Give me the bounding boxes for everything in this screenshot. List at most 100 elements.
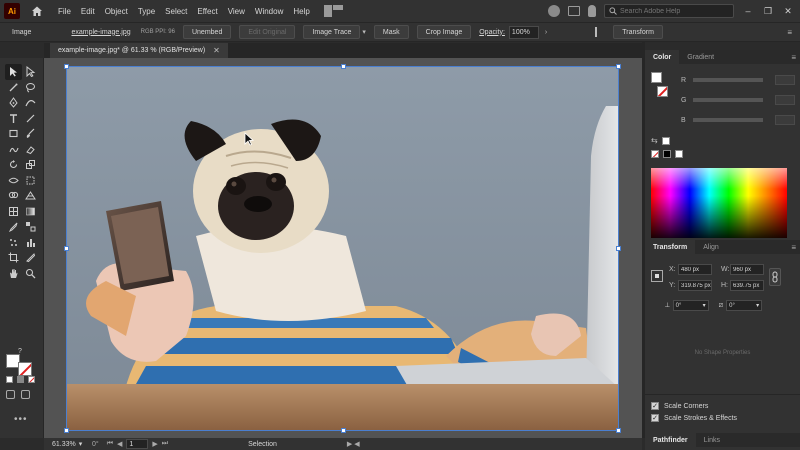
- close-window-button[interactable]: ✕: [782, 6, 794, 17]
- scale-strokes-option[interactable]: ✓ Scale Strokes & Effects: [651, 414, 737, 422]
- menu-window[interactable]: Window: [255, 7, 283, 16]
- artboard-tool-icon[interactable]: [5, 250, 22, 266]
- reference-point-icon[interactable]: [651, 270, 663, 282]
- tab-pathfinder[interactable]: Pathfinder: [645, 433, 696, 447]
- unembed-button[interactable]: Unembed: [182, 25, 232, 39]
- rotate-select[interactable]: 0° ▾: [672, 300, 709, 311]
- opacity-input[interactable]: [508, 25, 539, 39]
- edit-original-button[interactable]: Edit Original: [239, 25, 296, 39]
- menu-file[interactable]: File: [58, 7, 71, 16]
- line-segment-tool-icon[interactable]: [22, 111, 39, 127]
- menu-type[interactable]: Type: [138, 7, 155, 16]
- paintbrush-tool-icon[interactable]: [22, 126, 39, 142]
- gradient-mode-icon[interactable]: [17, 376, 24, 383]
- none-swatch[interactable]: [651, 150, 659, 158]
- zoom-select[interactable]: 61.33% ▾: [52, 439, 88, 449]
- shape-builder-tool-icon[interactable]: [5, 188, 22, 204]
- document-tab[interactable]: example-image.jpg* @ 61.33 % (RGB/Previe…: [50, 43, 228, 58]
- rotate-tool-icon[interactable]: [5, 157, 22, 173]
- help-search[interactable]: [604, 4, 734, 18]
- menu-select[interactable]: Select: [165, 7, 187, 16]
- first-artboard-icon[interactable]: ⏮: [107, 440, 113, 448]
- home-icon[interactable]: [30, 4, 44, 18]
- free-transform-tool-icon[interactable]: [22, 173, 39, 189]
- arrange-docs-icon[interactable]: [568, 6, 580, 16]
- eraser-tool-icon[interactable]: [22, 142, 39, 158]
- scale-tool-icon[interactable]: [22, 157, 39, 173]
- color-mode-icon[interactable]: [6, 376, 13, 383]
- white-swatch-2[interactable]: [675, 150, 683, 158]
- zoom-tool-icon[interactable]: [22, 266, 39, 282]
- transform-button[interactable]: Transform: [613, 25, 663, 39]
- tab-gradient[interactable]: Gradient: [679, 50, 722, 64]
- shear-select[interactable]: 0° ▾: [726, 300, 763, 311]
- align-icon[interactable]: [595, 27, 605, 37]
- scale-corners-checkbox[interactable]: ✓: [651, 402, 659, 410]
- lasso-tool-icon[interactable]: [22, 80, 39, 96]
- maximize-button[interactable]: ❐: [762, 6, 774, 17]
- selection-tool-icon[interactable]: [5, 64, 22, 80]
- color-panel-menu-icon[interactable]: ≡: [791, 53, 796, 62]
- linked-file-link[interactable]: example-image.jpg: [71, 29, 130, 36]
- workspace-switcher-icon[interactable]: [323, 5, 344, 17]
- type-tool-icon[interactable]: [5, 111, 22, 127]
- white-swatch[interactable]: [661, 136, 670, 145]
- column-graph-tool-icon[interactable]: [22, 235, 39, 251]
- symbol-sprayer-tool-icon[interactable]: [5, 235, 22, 251]
- scale-strokes-checkbox[interactable]: ✓: [651, 414, 659, 422]
- slider-r-value[interactable]: [775, 75, 795, 85]
- rectangle-tool-icon[interactable]: [5, 126, 22, 142]
- status-nav-arrows-icon[interactable]: ▶ ◀: [347, 440, 360, 448]
- tab-align[interactable]: Align: [695, 240, 727, 254]
- account-icon[interactable]: [548, 5, 560, 17]
- artboard-number[interactable]: 1: [126, 439, 149, 449]
- hand-tool-icon[interactable]: [5, 266, 22, 282]
- discover-icon[interactable]: [588, 5, 596, 17]
- color-fill-stroke[interactable]: [651, 72, 669, 100]
- mesh-tool-icon[interactable]: [5, 204, 22, 220]
- magic-wand-tool-icon[interactable]: [5, 80, 22, 96]
- y-input[interactable]: [678, 280, 712, 291]
- color-fill-swatch[interactable]: [651, 72, 662, 83]
- tab-transform[interactable]: Transform: [645, 240, 696, 254]
- none-mode-icon[interactable]: [28, 376, 35, 383]
- black-swatch[interactable]: [663, 150, 671, 158]
- prev-artboard-icon[interactable]: ◀: [117, 440, 122, 448]
- width-tool-icon[interactable]: [5, 173, 22, 189]
- slider-b-track[interactable]: [693, 118, 763, 122]
- menu-edit[interactable]: Edit: [81, 7, 95, 16]
- opacity-chevron-icon[interactable]: ›: [545, 29, 547, 36]
- slider-r-track[interactable]: [693, 78, 763, 82]
- menu-help[interactable]: Help: [293, 7, 309, 16]
- crop-image-button[interactable]: Crop Image: [416, 25, 472, 39]
- blend-tool-icon[interactable]: [22, 219, 39, 235]
- image-trace-button[interactable]: Image Trace: [303, 25, 361, 39]
- gradient-tool-icon[interactable]: [22, 204, 39, 220]
- menu-view[interactable]: View: [228, 7, 245, 16]
- tab-links[interactable]: Links: [696, 433, 728, 447]
- swap-icon[interactable]: ⇆: [651, 136, 658, 145]
- image-trace-chevron-icon[interactable]: ▾: [362, 28, 366, 36]
- transform-panel-menu-icon[interactable]: ≡: [791, 243, 796, 252]
- curvature-tool-icon[interactable]: [22, 95, 39, 111]
- control-bar-menu-icon[interactable]: ≡: [787, 28, 792, 37]
- minimize-button[interactable]: –: [742, 6, 754, 16]
- color-stroke-swatch[interactable]: [657, 86, 668, 97]
- placed-image[interactable]: [66, 66, 619, 431]
- stroke-swatch[interactable]: [18, 362, 32, 376]
- constrain-proportions-link-icon[interactable]: [769, 268, 781, 286]
- slice-tool-icon[interactable]: [22, 250, 39, 266]
- menu-object[interactable]: Object: [105, 7, 128, 16]
- pen-tool-icon[interactable]: [5, 95, 22, 111]
- draw-mode-icon[interactable]: [6, 390, 15, 399]
- slider-b-value[interactable]: [775, 115, 795, 125]
- canvas-area[interactable]: [44, 58, 642, 438]
- close-tab-icon[interactable]: ✕: [213, 46, 220, 55]
- perspective-grid-tool-icon[interactable]: [22, 188, 39, 204]
- w-input[interactable]: [730, 264, 764, 275]
- tab-color[interactable]: Color: [645, 50, 680, 64]
- search-input[interactable]: [620, 7, 720, 15]
- color-spectrum[interactable]: [651, 168, 787, 238]
- next-artboard-icon[interactable]: ▶: [152, 440, 157, 448]
- direct-selection-tool-icon[interactable]: [22, 64, 39, 80]
